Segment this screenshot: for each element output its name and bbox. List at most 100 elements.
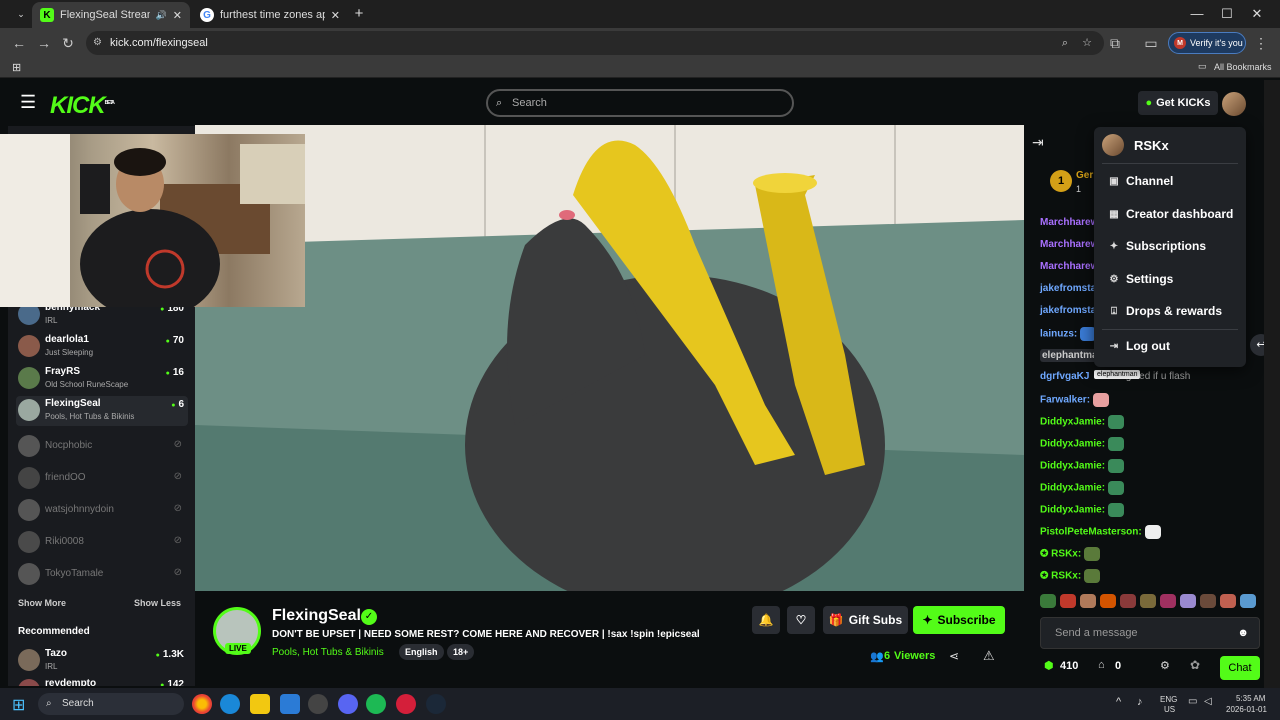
streamer-name[interactable]: FlexingSeal — [272, 607, 361, 625]
zoom-icon[interactable]: ⌕ — [1062, 31, 1068, 55]
stream-category-link[interactable]: Pools, Hot Tubs & Bikinis — [272, 647, 384, 658]
subscribe-button[interactable]: ✦ Subscribe — [913, 606, 1005, 634]
windows-start-icon[interactable]: ⊞ — [12, 695, 25, 715]
chat-username[interactable]: dgrfvgaKJ — [1040, 371, 1089, 382]
chat-username[interactable]: elephantma — [1042, 350, 1098, 361]
reload-icon[interactable]: ↻ — [59, 34, 77, 52]
chat-username[interactable]: lainuzs: — [1040, 329, 1077, 340]
taskbar-search[interactable]: ⌕ Search — [38, 693, 184, 715]
tab-kick[interactable]: K FlexingSeal Stream - Watch 🔊 ✕ — [32, 2, 190, 28]
sidebar-channel[interactable]: Tazo IRL 1.3K — [16, 646, 188, 676]
sidebar-channel[interactable]: FrayRS Old School RuneScape 16 — [16, 364, 188, 394]
clock-time[interactable]: 5:35 AM — [1236, 694, 1265, 703]
emote-icon[interactable] — [1140, 594, 1156, 608]
emote-icon[interactable] — [1160, 594, 1176, 608]
emote-icon[interactable] — [1080, 594, 1096, 608]
url-field[interactable]: ⚙ kick.com/flexingseal ⌕ ☆ — [86, 31, 1104, 55]
all-bookmarks-link[interactable]: All Bookmarks — [1214, 62, 1272, 72]
chat-username[interactable]: PistolPeteMasterson: — [1040, 527, 1142, 538]
maximize-icon[interactable]: ☐ — [1212, 4, 1242, 24]
chat-username[interactable]: DiddyxJamie: — [1040, 439, 1105, 450]
cast-icon[interactable]: ▭ — [1142, 34, 1160, 52]
chat-username[interactable]: Marchharew — [1040, 261, 1098, 272]
file-explorer-icon[interactable] — [250, 694, 270, 714]
tab-close-icon[interactable]: ✕ — [173, 9, 182, 22]
chat-username[interactable]: RSKx: — [1051, 571, 1081, 582]
menu-item-drops-rewards[interactable]: ⍗ Drops & rewards — [1108, 304, 1222, 318]
steam-icon[interactable] — [426, 694, 446, 714]
sidebar-channel[interactable]: dearlola1 Just Sleeping 70 — [16, 332, 188, 362]
emote-icon[interactable] — [1200, 594, 1216, 608]
sidebar-channel-offline[interactable]: Nocphobic ⊘ — [16, 432, 188, 462]
back-icon[interactable]: ← — [10, 34, 28, 52]
language-indicator[interactable]: ENG — [1160, 695, 1177, 704]
tag-english[interactable]: English — [399, 644, 444, 660]
sidebar-channel[interactable]: reydempto 142 — [16, 676, 188, 686]
sidebar-channel-offline[interactable]: friendOO ⊘ — [16, 464, 188, 494]
chat-message-input[interactable]: Send a message ☻ — [1040, 617, 1260, 649]
site-info-icon[interactable]: ⚙ — [93, 31, 102, 55]
chrome-icon[interactable] — [192, 694, 212, 714]
menu-item-channel[interactable]: ▣ Channel — [1108, 174, 1173, 188]
tab-google[interactable]: G furthest time zones apart - Goo ✕ — [192, 2, 348, 28]
close-window-icon[interactable]: ✕ — [1242, 4, 1272, 24]
emote-icon[interactable] — [1220, 594, 1236, 608]
microphone-icon[interactable]: ♪ — [1137, 696, 1143, 708]
discord-icon[interactable] — [338, 694, 358, 714]
chat-username[interactable]: Farwalker: — [1040, 395, 1090, 406]
sidebar-channel-offline[interactable]: watsjohnnydoin ⊘ — [16, 496, 188, 526]
show-less-link[interactable]: Show Less — [134, 598, 181, 608]
extensions-icon[interactable]: ⧉ — [1106, 34, 1124, 52]
menu-item-settings[interactable]: ⚙ Settings — [1108, 272, 1174, 286]
follow-button[interactable]: ♡ — [787, 606, 815, 634]
menu-item-subscriptions[interactable]: ✦ Subscriptions — [1108, 239, 1206, 253]
chat-settings-icon[interactable]: ⚙ — [1160, 659, 1170, 672]
show-more-link[interactable]: Show More — [18, 598, 66, 608]
emote-icon[interactable] — [1100, 594, 1116, 608]
emote-icon[interactable] — [1060, 594, 1076, 608]
chat-username[interactable]: jakefromsta — [1040, 305, 1096, 316]
sidebar-channel-offline[interactable]: Riki0008 ⊘ — [16, 528, 188, 558]
tray-chevron-icon[interactable]: ^ — [1116, 696, 1121, 708]
verify-profile-button[interactable]: M Verify it's you — [1168, 32, 1246, 54]
search-input[interactable]: ⌕ Search — [486, 89, 794, 117]
tab-close-icon[interactable]: ✕ — [331, 9, 340, 22]
chat-username[interactable]: DiddyxJamie: — [1040, 483, 1105, 494]
collapse-chat-icon[interactable]: ⇥ — [1032, 134, 1044, 151]
emote-menu-icon[interactable]: ✿ — [1190, 658, 1200, 672]
emoji-picker-icon[interactable]: ☻ — [1237, 618, 1249, 648]
emote-icon[interactable] — [1240, 594, 1256, 608]
sidebar-channel-offline[interactable]: TokyoTamale ⊘ — [16, 560, 188, 590]
network-icon[interactable]: ▭ — [1188, 696, 1197, 707]
chat-username[interactable]: DiddyxJamie: — [1040, 505, 1105, 516]
channel-points[interactable]: 410 — [1060, 660, 1078, 672]
get-kicks-button[interactable]: ● Get KICKs — [1138, 91, 1218, 115]
emote-icon[interactable] — [1180, 594, 1196, 608]
forward-icon[interactable]: → — [35, 34, 53, 52]
clock-date[interactable]: 2026-01-01 — [1226, 705, 1267, 714]
menu-item-log-out[interactable]: ⇥ Log out — [1108, 339, 1170, 353]
report-icon[interactable]: ⚠ — [983, 648, 995, 664]
edge-icon[interactable] — [220, 694, 240, 714]
video-player[interactable] — [195, 125, 1024, 591]
spotify-icon[interactable] — [366, 694, 386, 714]
menu-item-creator-dashboard[interactable]: ▦ Creator dashboard — [1108, 207, 1233, 221]
browser-menu-icon[interactable]: ⋮ — [1252, 34, 1270, 52]
hamburger-menu-icon[interactable]: ☰ — [20, 92, 36, 113]
app-icon[interactable] — [308, 694, 328, 714]
kick-logo[interactable]: KICKBETA — [50, 92, 115, 120]
user-avatar[interactable] — [1222, 92, 1246, 116]
drops-count[interactable]: 0 — [1115, 660, 1121, 672]
chat-username[interactable]: Marchharew — [1040, 239, 1098, 250]
gift-subs-button[interactable]: 🎁 Gift Subs — [823, 606, 908, 634]
apps-grid-icon[interactable]: ⊞ — [12, 61, 21, 74]
new-tab-icon[interactable]: + — [344, 4, 374, 24]
tag-18plus[interactable]: 18+ — [447, 644, 475, 660]
notification-bell-button[interactable]: 🔔 — [752, 606, 780, 634]
emote-icon[interactable] — [1120, 594, 1136, 608]
sidebar-channel-selected[interactable]: FlexingSeal Pools, Hot Tubs & Bikinis 6 — [16, 396, 188, 426]
emote-icon[interactable] — [1040, 594, 1056, 608]
page-scrollbar[interactable] — [1264, 80, 1280, 688]
chat-send-button[interactable]: Chat — [1220, 656, 1260, 680]
chat-username[interactable]: Marchharew — [1040, 217, 1098, 228]
